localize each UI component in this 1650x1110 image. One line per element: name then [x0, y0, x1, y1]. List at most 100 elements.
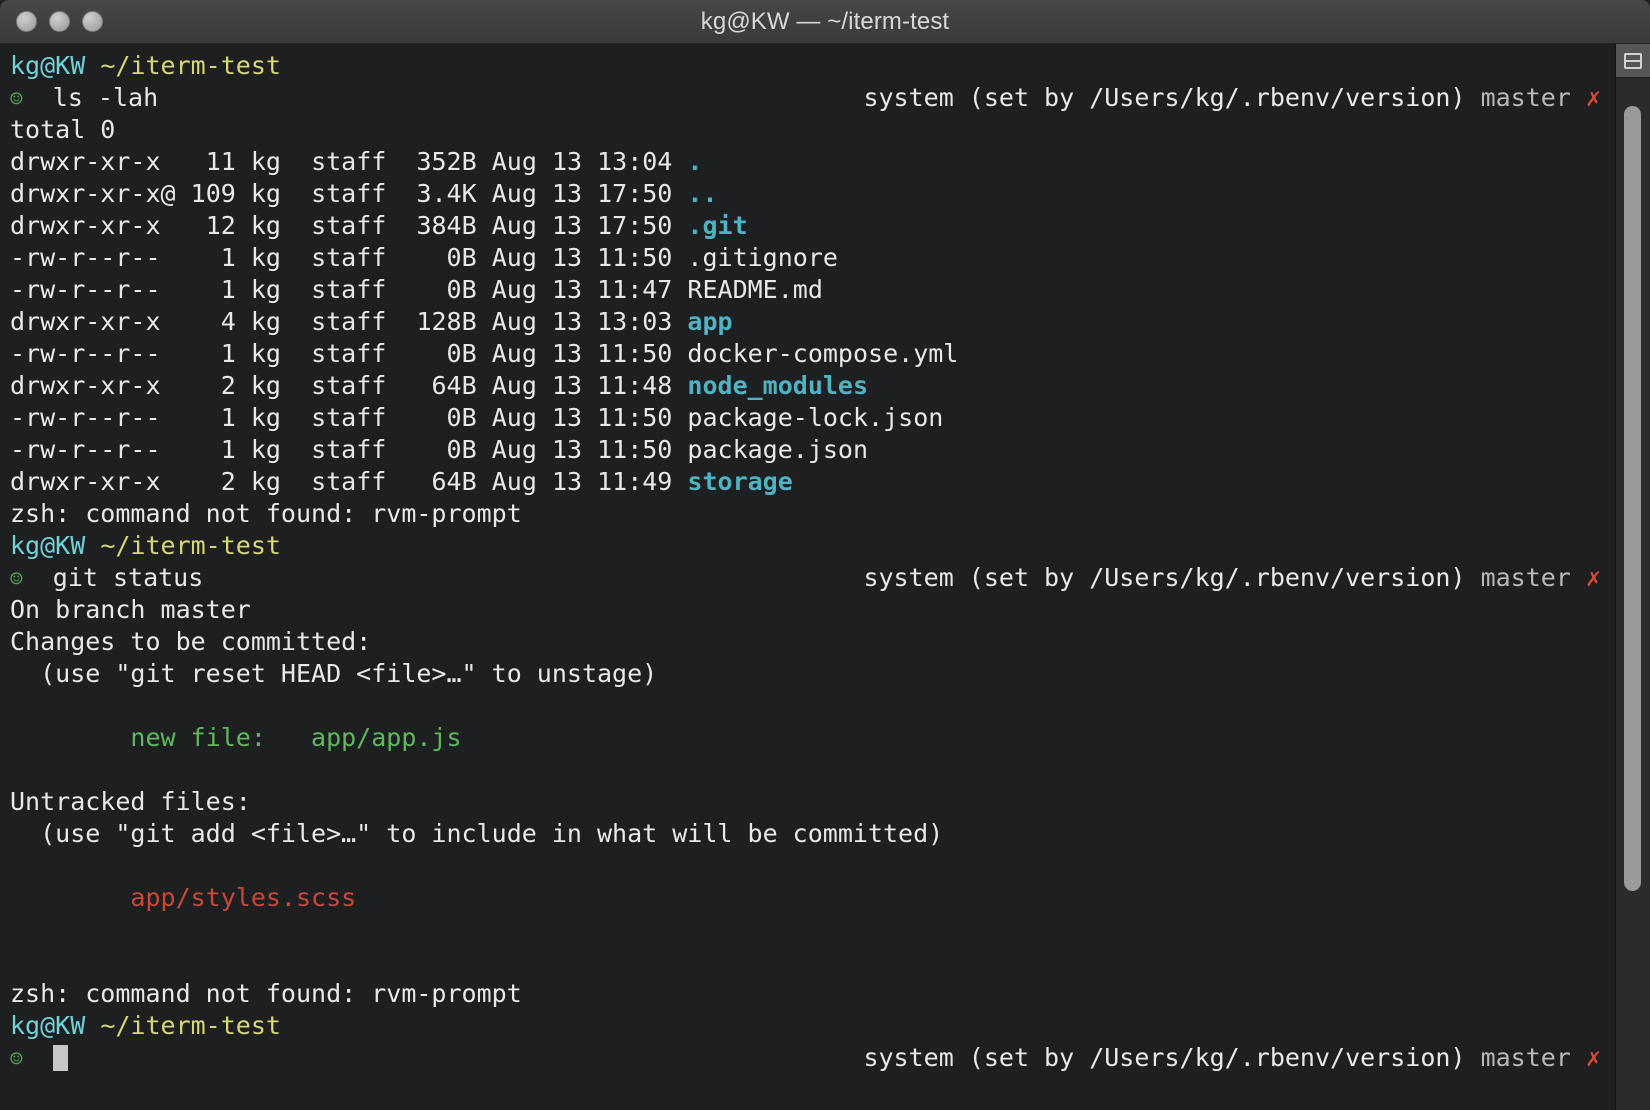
- active-input-line[interactable]: ☺ system (set by /Users/kg/.rbenv/versio…: [10, 1042, 1615, 1074]
- ls-link-count: 2: [190, 371, 236, 400]
- ls-permissions: drwxr-xr-x@: [10, 179, 176, 208]
- ls-date: Aug 13 11:50: [491, 435, 673, 464]
- ls-row: -rw-r--r-- 1 kg staff 0B Aug 13 11:50 do…: [10, 338, 1615, 370]
- rprompt-dirty-icon-1: ✗: [1585, 83, 1601, 112]
- ls-owner: kg: [250, 339, 281, 368]
- ls-group: staff: [311, 371, 387, 400]
- ls-link-count: 1: [190, 339, 236, 368]
- command-text-git-status: git status: [52, 563, 204, 592]
- ls-group: staff: [311, 435, 387, 464]
- ls-permissions: -rw-r--r--: [10, 435, 176, 464]
- smiley-status-icon: ☺: [10, 87, 23, 111]
- ls-date: Aug 13 11:50: [491, 403, 673, 432]
- rprompt-dirty-icon-3: ✗: [1585, 1043, 1601, 1072]
- ls-filename: .git: [687, 211, 748, 240]
- rprompt-ruby-version-2: system (set by /Users/kg/.rbenv/version): [863, 563, 1466, 592]
- ls-filename: package-lock.json: [687, 403, 944, 432]
- command-text-ls: ls -lah: [52, 83, 159, 112]
- ls-link-count: 1: [190, 403, 236, 432]
- terminal-body: kg@KW ~/iterm-test ☺ ls -lah system (set …: [0, 44, 1650, 1110]
- toolbelt-icon: [1624, 52, 1642, 69]
- ls-size: 3.4K: [416, 179, 477, 208]
- ls-link-count: 1: [190, 435, 236, 464]
- ls-link-count: 1: [190, 275, 236, 304]
- prompt-user-host-2: kg@KW: [10, 531, 86, 560]
- spacer-line-4: [10, 914, 1615, 946]
- rprompt-2: system (set by /Users/kg/.rbenv/version)…: [863, 562, 1601, 594]
- ls-date: Aug 13 11:50: [491, 339, 673, 368]
- ls-date: Aug 13 11:47: [491, 275, 673, 304]
- ls-size: 0B: [416, 403, 477, 432]
- ls-row: -rw-r--r-- 1 kg staff 0B Aug 13 11:50 .g…: [10, 242, 1615, 274]
- ls-filename: node_modules: [687, 371, 869, 400]
- ls-filename: docker-compose.yml: [687, 339, 959, 368]
- ls-row: drwxr-xr-x 11 kg staff 352B Aug 13 13:04…: [10, 146, 1615, 178]
- git-untracked-file: app/styles.scss: [10, 883, 357, 912]
- zoom-button[interactable]: [82, 11, 103, 32]
- ls-owner: kg: [250, 243, 281, 272]
- ls-permissions: drwxr-xr-x: [10, 467, 176, 496]
- ls-row: drwxr-xr-x@ 109 kg staff 3.4K Aug 13 17:…: [10, 178, 1615, 210]
- ls-date: Aug 13 17:50: [491, 179, 673, 208]
- ls-size: 0B: [416, 339, 477, 368]
- ls-permissions: drwxr-xr-x: [10, 211, 176, 240]
- ls-permissions: drwxr-xr-x: [10, 147, 176, 176]
- ls-total-line: total 0: [10, 115, 116, 144]
- ls-permissions: -rw-r--r--: [10, 275, 176, 304]
- prompt-line-2: kg@KW ~/iterm-test: [10, 530, 1615, 562]
- window-titlebar[interactable]: kg@KW — ~/iterm-test: [0, 0, 1650, 44]
- rprompt-3: system (set by /Users/kg/.rbenv/version)…: [863, 1042, 1601, 1074]
- command-line-ls: ☺ ls -lah system (set by /Users/kg/.rbenv…: [10, 82, 1615, 114]
- ls-date: Aug 13 17:50: [491, 211, 673, 240]
- ls-group: staff: [311, 307, 387, 336]
- prompt-line-3: kg@KW ~/iterm-test: [10, 1010, 1615, 1042]
- ls-filename: app: [687, 307, 733, 336]
- scrollbar-track[interactable]: [1616, 78, 1650, 1110]
- terminal-screen[interactable]: kg@KW ~/iterm-test ☺ ls -lah system (set …: [0, 44, 1615, 1110]
- command-line-git-status: ☺ git status system (set by /Users/kg/.rb…: [10, 562, 1615, 594]
- scrollbar-column: [1615, 44, 1650, 1110]
- ls-owner: kg: [250, 467, 281, 496]
- ls-link-count: 11: [190, 147, 236, 176]
- rprompt-branch-2: master: [1480, 563, 1571, 592]
- text-cursor: [52, 1045, 68, 1071]
- ls-group: staff: [311, 467, 387, 496]
- ls-link-count: 109: [190, 179, 236, 208]
- spacer-line-1: [10, 690, 1615, 722]
- ls-group: staff: [311, 147, 387, 176]
- ls-owner: kg: [250, 371, 281, 400]
- ls-group: staff: [311, 339, 387, 368]
- ls-group: staff: [311, 179, 387, 208]
- ls-date: Aug 13 11:49: [491, 467, 673, 496]
- ls-size: 64B: [416, 371, 477, 400]
- ls-date: Aug 13 11:50: [491, 243, 673, 272]
- ls-size: 0B: [416, 275, 477, 304]
- prompt-line-1: kg@KW ~/iterm-test: [10, 50, 1615, 82]
- toolbelt-toggle-button[interactable]: [1616, 44, 1650, 78]
- scrollbar-thumb[interactable]: [1624, 106, 1641, 891]
- ls-filename: README.md: [687, 275, 823, 304]
- rprompt-1: system (set by /Users/kg/.rbenv/version)…: [863, 82, 1601, 114]
- ls-link-count: 1: [190, 243, 236, 272]
- prompt-path: ~/iterm-test: [100, 51, 281, 80]
- ls-size: 64B: [416, 467, 477, 496]
- ls-permissions: -rw-r--r--: [10, 339, 176, 368]
- ls-size: 128B: [416, 307, 477, 336]
- minimize-button[interactable]: [49, 11, 70, 32]
- prompt-path-3: ~/iterm-test: [100, 1011, 281, 1040]
- prompt-path-2: ~/iterm-test: [100, 531, 281, 560]
- ls-owner: kg: [250, 147, 281, 176]
- ls-size: 384B: [416, 211, 477, 240]
- ls-owner: kg: [250, 403, 281, 432]
- ls-filename: .: [687, 147, 703, 176]
- traffic-light-group: [16, 11, 103, 32]
- git-staged-file: new file: app/app.js: [10, 723, 462, 752]
- ls-group: staff: [311, 403, 387, 432]
- ls-filename: .gitignore: [687, 243, 838, 272]
- ls-row: drwxr-xr-x 2 kg staff 64B Aug 13 11:49 s…: [10, 466, 1615, 498]
- ls-owner: kg: [250, 307, 281, 336]
- smiley-status-icon-3: ☺: [10, 1047, 23, 1071]
- close-button[interactable]: [16, 11, 37, 32]
- ls-permissions: -rw-r--r--: [10, 403, 176, 432]
- git-branch-line: On branch master: [10, 595, 251, 624]
